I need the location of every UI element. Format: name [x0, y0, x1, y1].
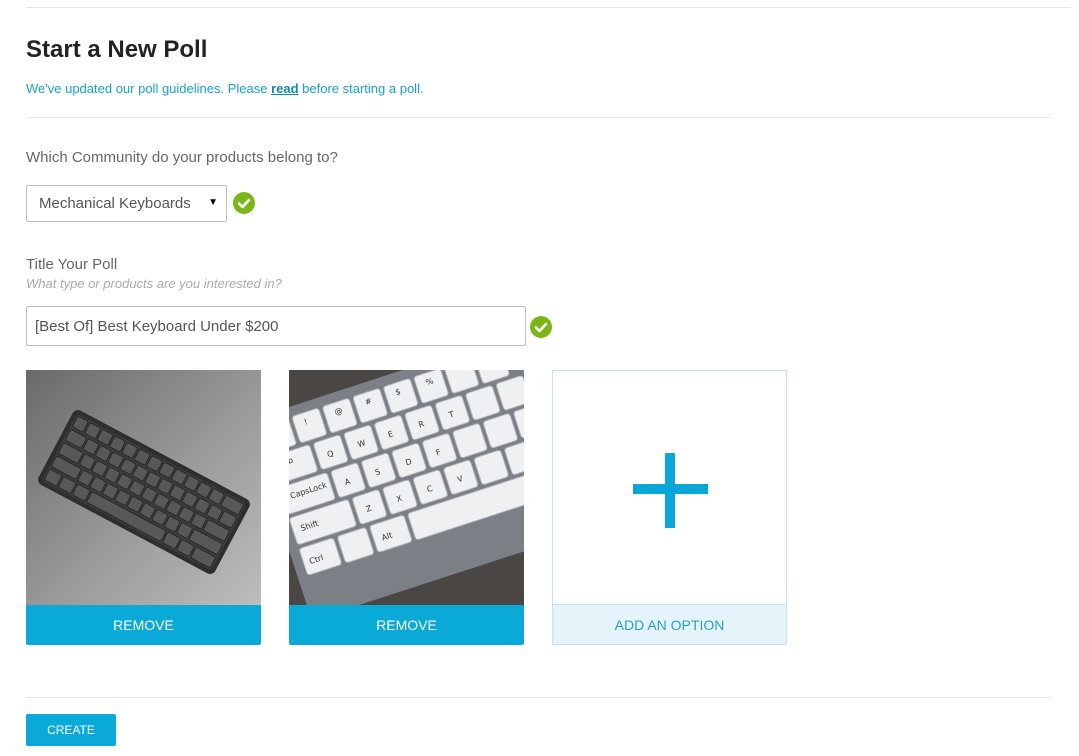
community-label: Which Community do your products belong … [26, 149, 338, 166]
community-select-value: Mechanical Keyboards [39, 195, 191, 212]
keyboard-image [26, 370, 261, 605]
top-divider [26, 7, 1071, 8]
check-circle-icon [233, 192, 255, 214]
remove-option-button[interactable]: REMOVE [289, 605, 524, 645]
add-option-button[interactable]: ADD AN OPTION [552, 605, 787, 645]
poll-title-hint: What type or products are you interested… [26, 276, 282, 291]
page-title: Start a New Poll [26, 36, 208, 63]
notice-text-before: We've updated our poll guidelines. Pleas… [26, 81, 272, 96]
poll-option-card: Esc!@#$% TabQWERT CapsLockASDF ShiftZXCV… [289, 370, 524, 645]
add-option-card: ADD AN OPTION [552, 370, 787, 645]
footer-divider [26, 697, 1050, 698]
guidelines-notice: We've updated our poll guidelines. Pleas… [26, 80, 424, 98]
remove-option-button[interactable]: REMOVE [26, 605, 261, 645]
poll-title-input[interactable] [26, 306, 526, 346]
poll-option-card: REMOVE [26, 370, 261, 645]
header-divider [26, 117, 1050, 118]
community-select[interactable]: Mechanical Keyboards ▼ [26, 185, 227, 222]
create-button[interactable]: CREATE [26, 714, 116, 746]
notice-text-after: before starting a poll. [298, 81, 424, 96]
dropdown-caret-icon: ▼ [208, 197, 218, 208]
poll-title-label: Title Your Poll [26, 256, 118, 273]
plus-icon-vertical [665, 453, 675, 528]
check-circle-icon [530, 316, 552, 338]
keyboard-image: Esc!@#$% TabQWERT CapsLockASDF ShiftZXCV… [289, 370, 524, 605]
add-option-area[interactable] [552, 370, 787, 605]
guidelines-read-link[interactable]: read [271, 81, 298, 96]
